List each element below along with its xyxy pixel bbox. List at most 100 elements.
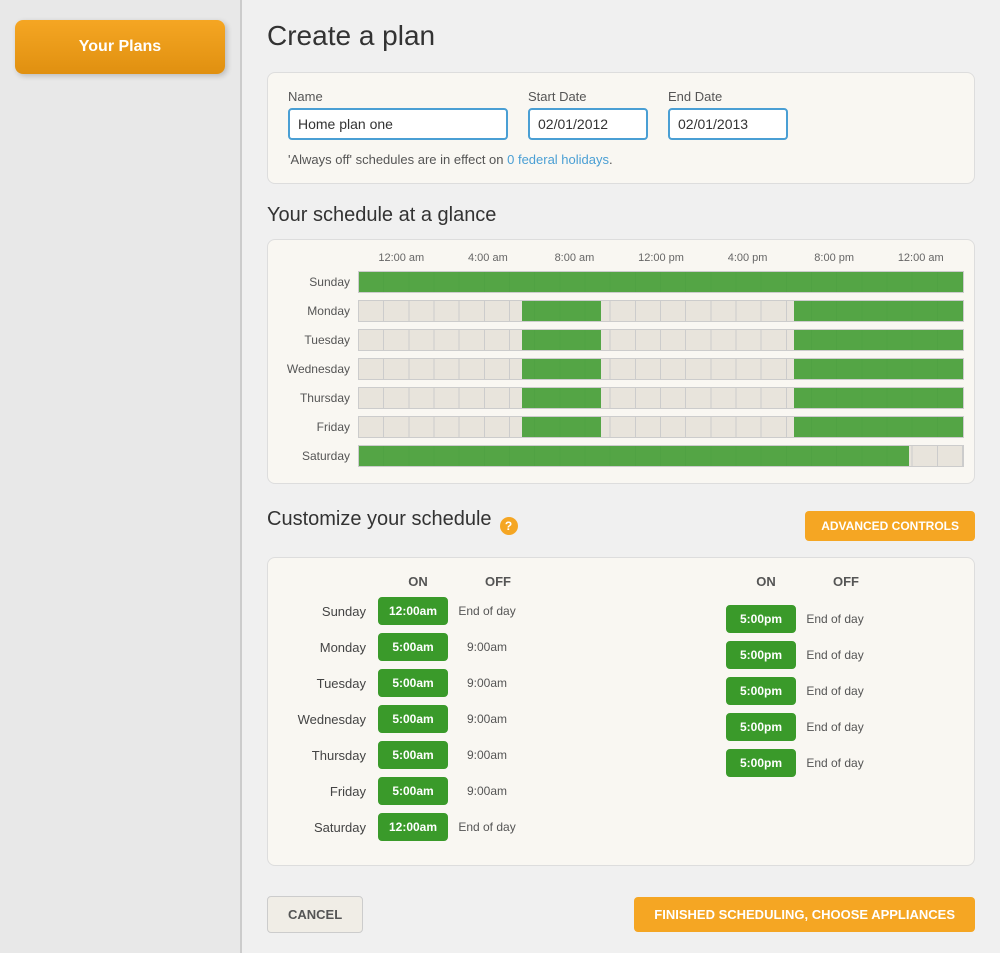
right-table-header: ON OFF	[636, 574, 954, 589]
off-time-text: End of day	[452, 604, 522, 618]
left-schedule-table: ON OFF Sunday12:00amEnd of dayMonday5:00…	[288, 574, 606, 849]
right-on-header: ON	[726, 574, 806, 589]
end-date-input[interactable]	[668, 108, 788, 140]
off-time-text: 9:00am	[452, 748, 522, 762]
table-row: Saturday12:00amEnd of day	[288, 813, 606, 841]
on-time-button[interactable]: 5:00pm	[726, 749, 796, 777]
on-time-button[interactable]: 5:00am	[378, 633, 448, 661]
table-row: Monday5:00am 9:00am	[288, 633, 606, 661]
left-on-header: ON	[378, 574, 458, 589]
row-day-label: Tuesday	[288, 676, 378, 691]
chart-bar-area	[358, 329, 964, 351]
holidays-text: 'Always off' schedules are in effect on …	[288, 152, 954, 167]
end-date-label: End Date	[668, 89, 788, 104]
green-bar	[522, 359, 601, 379]
table-row: 5:00pm End of day	[636, 677, 954, 705]
time-axis-label: 4:00 pm	[704, 252, 791, 264]
on-time-button[interactable]: 12:00am	[378, 813, 448, 841]
start-date-input[interactable]	[528, 108, 648, 140]
on-time-button[interactable]: 5:00pm	[726, 713, 796, 741]
chart-row: Thursday	[278, 384, 964, 412]
off-time-text: 9:00am	[452, 640, 522, 654]
left-off-header: OFF	[458, 574, 538, 589]
start-date-label: Start Date	[528, 89, 648, 104]
green-bar	[794, 301, 963, 321]
advanced-controls-button[interactable]: ADVANCED CONTROLS	[805, 511, 975, 541]
green-bar	[359, 446, 909, 466]
off-time-text: End of day	[800, 720, 870, 734]
name-input[interactable]	[288, 108, 508, 140]
time-axis: 12:00 am4:00 am8:00 am12:00 pm4:00 pm8:0…	[358, 252, 964, 264]
help-icon[interactable]: ?	[500, 517, 518, 535]
on-time-button[interactable]: 5:00am	[378, 705, 448, 733]
table-row: Sunday12:00am End of day	[288, 597, 606, 625]
off-time-text: 9:00am	[452, 784, 522, 798]
schedule-glance-title: Your schedule at a glance	[267, 204, 975, 227]
holidays-link[interactable]: 0 federal holidays	[507, 152, 609, 167]
chart-bar-area	[358, 445, 964, 467]
green-bar	[794, 359, 963, 379]
chart-row: Friday	[278, 413, 964, 441]
chart-day-label: Wednesday	[278, 362, 358, 376]
finished-button[interactable]: FINISHED SCHEDULING, CHOOSE APPLIANCES	[634, 897, 975, 932]
main-content: Create a plan Name Start Date End Date '…	[240, 0, 1000, 953]
customize-title: Customize your schedule	[267, 508, 492, 531]
end-date-group: End Date	[668, 89, 788, 140]
green-bar	[359, 272, 963, 292]
table-row: Friday5:00am 9:00am	[288, 777, 606, 805]
chart-row: Saturday	[278, 442, 964, 470]
page-title: Create a plan	[267, 20, 975, 52]
off-time-text: 9:00am	[452, 712, 522, 726]
right-off-header: OFF	[806, 574, 886, 589]
row-day-label: Sunday	[288, 604, 378, 619]
row-day-label: Monday	[288, 640, 378, 655]
start-date-group: Start Date	[528, 89, 648, 140]
chart-inner: 12:00 am4:00 am8:00 am12:00 pm4:00 pm8:0…	[278, 252, 964, 470]
right-schedule-table: ON OFF 5:00pm End of day 5:00pm End of day 5…	[636, 574, 954, 849]
green-bar	[794, 388, 963, 408]
left-table-header: ON OFF	[288, 574, 606, 589]
table-row: Thursday5:00am9:00am	[288, 741, 606, 769]
green-bar	[522, 417, 601, 437]
off-time-text: End of day	[800, 612, 870, 626]
chart-day-label: Thursday	[278, 391, 358, 405]
table-row: Wednesday5:00am 9:00am	[288, 705, 606, 733]
green-bar	[794, 330, 963, 350]
green-bar	[522, 330, 601, 350]
chart-day-label: Tuesday	[278, 333, 358, 347]
off-time-text: End of day	[800, 684, 870, 698]
on-time-button[interactable]: 5:00pm	[726, 677, 796, 705]
chart-row: Tuesday	[278, 326, 964, 354]
on-time-button[interactable]: 5:00am	[378, 669, 448, 697]
table-row: 5:00pmEnd of day	[636, 641, 954, 669]
chart-row: Monday	[278, 297, 964, 325]
chart-day-label: Sunday	[278, 275, 358, 289]
time-axis-label: 8:00 am	[531, 252, 618, 264]
name-field-group: Name	[288, 89, 508, 140]
off-time-text: 9:00am	[452, 676, 522, 690]
on-time-button[interactable]: 5:00am	[378, 777, 448, 805]
customize-section: ON OFF Sunday12:00amEnd of dayMonday5:00…	[267, 557, 975, 866]
on-time-button[interactable]: 12:00am	[378, 597, 448, 625]
row-day-label: Friday	[288, 784, 378, 799]
table-row: 5:00pm End of day	[636, 749, 954, 777]
row-day-label: Wednesday	[288, 712, 378, 727]
green-bar	[522, 301, 601, 321]
chart-row: Wednesday	[278, 355, 964, 383]
cancel-button[interactable]: CANCEL	[267, 896, 363, 933]
chart-day-label: Friday	[278, 420, 358, 434]
on-time-button[interactable]: 5:00pm	[726, 641, 796, 669]
chart-bar-area	[358, 416, 964, 438]
your-plans-button[interactable]: Your Plans	[15, 20, 225, 74]
table-row: 5:00pm End of day	[636, 713, 954, 741]
chart-day-label: Saturday	[278, 449, 358, 463]
time-axis-label: 4:00 am	[445, 252, 532, 264]
on-time-button[interactable]: 5:00am	[378, 741, 448, 769]
table-row: 5:00pm End of day	[636, 605, 954, 633]
customize-header: Customize your schedule ? ADVANCED CONTR…	[267, 508, 975, 543]
time-axis-label: 12:00 am	[877, 252, 964, 264]
schedule-chart: 12:00 am4:00 am8:00 am12:00 pm4:00 pm8:0…	[267, 239, 975, 484]
off-time-text: End of day	[800, 756, 870, 770]
chart-bar-area	[358, 358, 964, 380]
on-time-button[interactable]: 5:00pm	[726, 605, 796, 633]
